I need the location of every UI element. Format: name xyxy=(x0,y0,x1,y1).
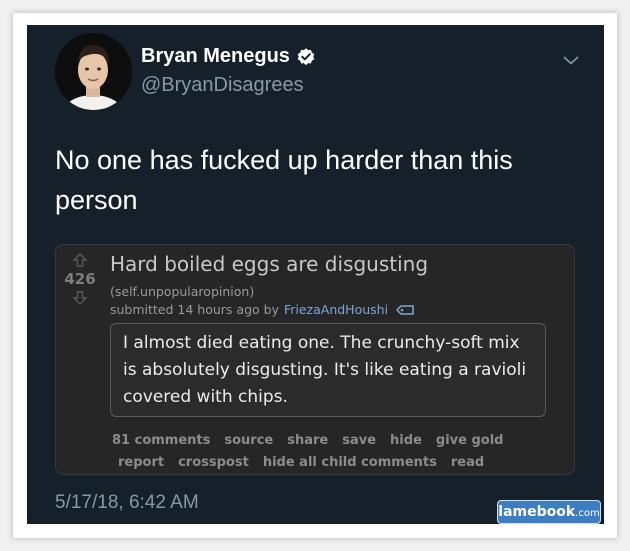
watermark-brand: lamebook xyxy=(498,504,576,520)
watermark-suffix: .com xyxy=(575,508,600,519)
tweet-text: No one has fucked up harder than this pe… xyxy=(55,145,513,215)
post-actions: 81 comments source share save hide give gold … xyxy=(112,430,552,474)
display-name[interactable]: Bryan Menegus xyxy=(141,45,290,68)
post-meta: submitted 14 hours ago by FriezaAndHoush… xyxy=(110,302,414,317)
post-author[interactable]: FriezaAndHoushi xyxy=(284,302,388,317)
chevron-down-icon[interactable] xyxy=(562,51,580,69)
downvote-arrow-icon[interactable] xyxy=(72,291,88,305)
report-link[interactable]: report xyxy=(118,455,164,470)
source-link[interactable]: source xyxy=(224,433,273,448)
post-subreddit[interactable]: (self.unpopularopinion) xyxy=(110,284,254,299)
tweet-timestamp[interactable]: 5/17/18, 6:42 AM xyxy=(55,492,199,514)
author-name-row: Bryan Menegus xyxy=(141,45,316,68)
post-selftext: I almost died eating one. The crunchy-so… xyxy=(110,323,546,417)
crosspost-link[interactable]: crosspost xyxy=(178,455,249,470)
vote-score: 426 xyxy=(64,270,96,288)
avatar[interactable] xyxy=(55,33,132,110)
lamebook-watermark: lamebook.com xyxy=(497,500,601,524)
avatar-photo xyxy=(55,33,132,110)
submitted-text: submitted 14 hours ago by xyxy=(110,302,279,317)
hide-link[interactable]: hide xyxy=(390,433,422,448)
actions-row-2: report crosspost hide all child comments re… xyxy=(112,452,552,474)
share-link[interactable]: share xyxy=(287,433,328,448)
post-title[interactable]: Hard boiled eggs are disgusting xyxy=(110,252,428,276)
actions-row-1: 81 comments source share save hide give gold xyxy=(112,430,552,452)
read-link[interactable]: read xyxy=(451,455,484,470)
vote-column: 426 xyxy=(62,253,98,305)
user-tag-icon[interactable] xyxy=(396,304,414,315)
comments-link[interactable]: 81 comments xyxy=(112,433,210,448)
upvote-arrow-icon[interactable] xyxy=(72,253,88,267)
give-gold-link[interactable]: give gold xyxy=(436,433,504,448)
verified-badge-icon xyxy=(297,47,315,65)
tweet-card: Bryan Menegus @BryanDisagrees No one has… xyxy=(27,25,604,524)
user-handle[interactable]: @BryanDisagrees xyxy=(141,74,304,97)
hide-child-comments-link[interactable]: hide all child comments xyxy=(263,455,437,470)
save-link[interactable]: save xyxy=(342,433,376,448)
reddit-post-screenshot: 426 Hard boiled eggs are disgusting (sel… xyxy=(55,244,575,475)
